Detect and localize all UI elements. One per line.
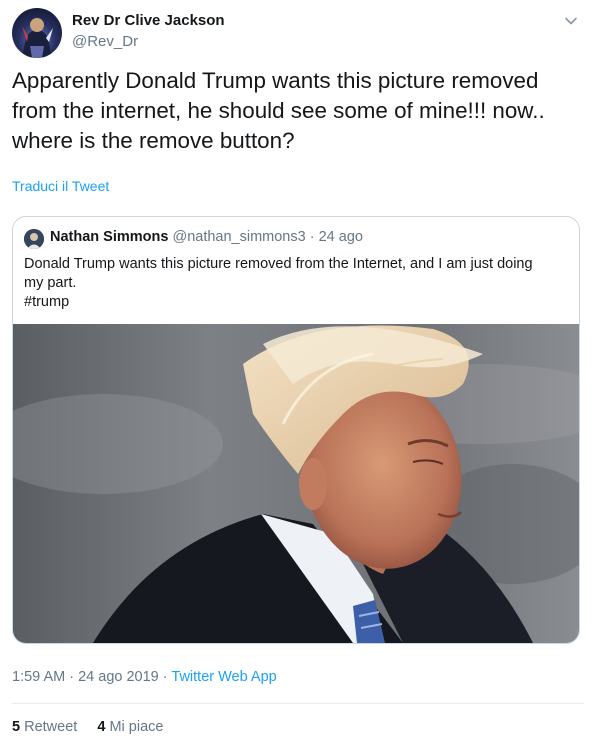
retweets-stat[interactable]: 5 Retweet <box>12 719 81 735</box>
author-handle[interactable]: @Rev_Dr <box>72 33 138 50</box>
tweet-text-line: from the internet, he should see some of… <box>12 98 545 123</box>
separator: · <box>309 229 315 245</box>
tweet-date[interactable]: 24 ago 2019 <box>78 669 159 685</box>
likes-stat[interactable]: 4 Mi piace <box>97 719 163 735</box>
quoted-tweet-photo[interactable] <box>13 324 579 643</box>
author-name[interactable]: Rev Dr Clive Jackson <box>72 12 225 29</box>
tweet: Rev Dr Clive Jackson @Rev_Dr Apparently … <box>0 0 596 751</box>
tweet-stats: 5 Retweet 4 Mi piace <box>12 719 179 735</box>
quoted-author-name[interactable]: Nathan Simmons <box>50 229 168 245</box>
tweet-source-app[interactable]: Twitter Web App <box>171 669 276 685</box>
quoted-text-line: my part. <box>24 275 77 291</box>
separator: · <box>69 669 75 685</box>
quoted-author-avatar[interactable] <box>24 229 44 249</box>
retweets-label: Retweet <box>24 719 78 735</box>
tweet-time[interactable]: 1:59 AM <box>12 669 65 685</box>
tweet-text-line: where is the remove button? <box>12 128 295 153</box>
quoted-text-line: Donald Trump wants this picture removed … <box>24 256 533 272</box>
quoted-tweet[interactable]: Nathan Simmons @nathan_simmons3 · 24 ago… <box>12 216 580 644</box>
divider <box>12 703 584 704</box>
tweet-text-line: Apparently Donald Trump wants this pictu… <box>12 68 539 93</box>
retweets-count: 5 <box>12 719 21 735</box>
quoted-author-handle[interactable]: @nathan_simmons3 <box>172 229 305 245</box>
author-avatar[interactable] <box>12 8 62 58</box>
quoted-tweet-header: Nathan Simmons @nathan_simmons3 · 24 ago <box>50 229 363 245</box>
likes-label: Mi piace <box>109 719 164 735</box>
translate-tweet-link[interactable]: Traduci il Tweet <box>12 178 109 194</box>
quoted-tweet-time[interactable]: 24 ago <box>319 229 363 245</box>
quoted-tweet-text: Donald Trump wants this picture removed … <box>24 255 569 312</box>
chevron-down-icon[interactable] <box>562 12 580 30</box>
likes-count: 4 <box>97 719 106 735</box>
quoted-text-hashtag[interactable]: #trump <box>24 293 569 312</box>
tweet-text: Apparently Donald Trump wants this pictu… <box>12 66 582 156</box>
separator: · <box>162 669 168 685</box>
tweet-meta: 1:59 AM · 24 ago 2019 · Twitter Web App <box>12 669 277 685</box>
